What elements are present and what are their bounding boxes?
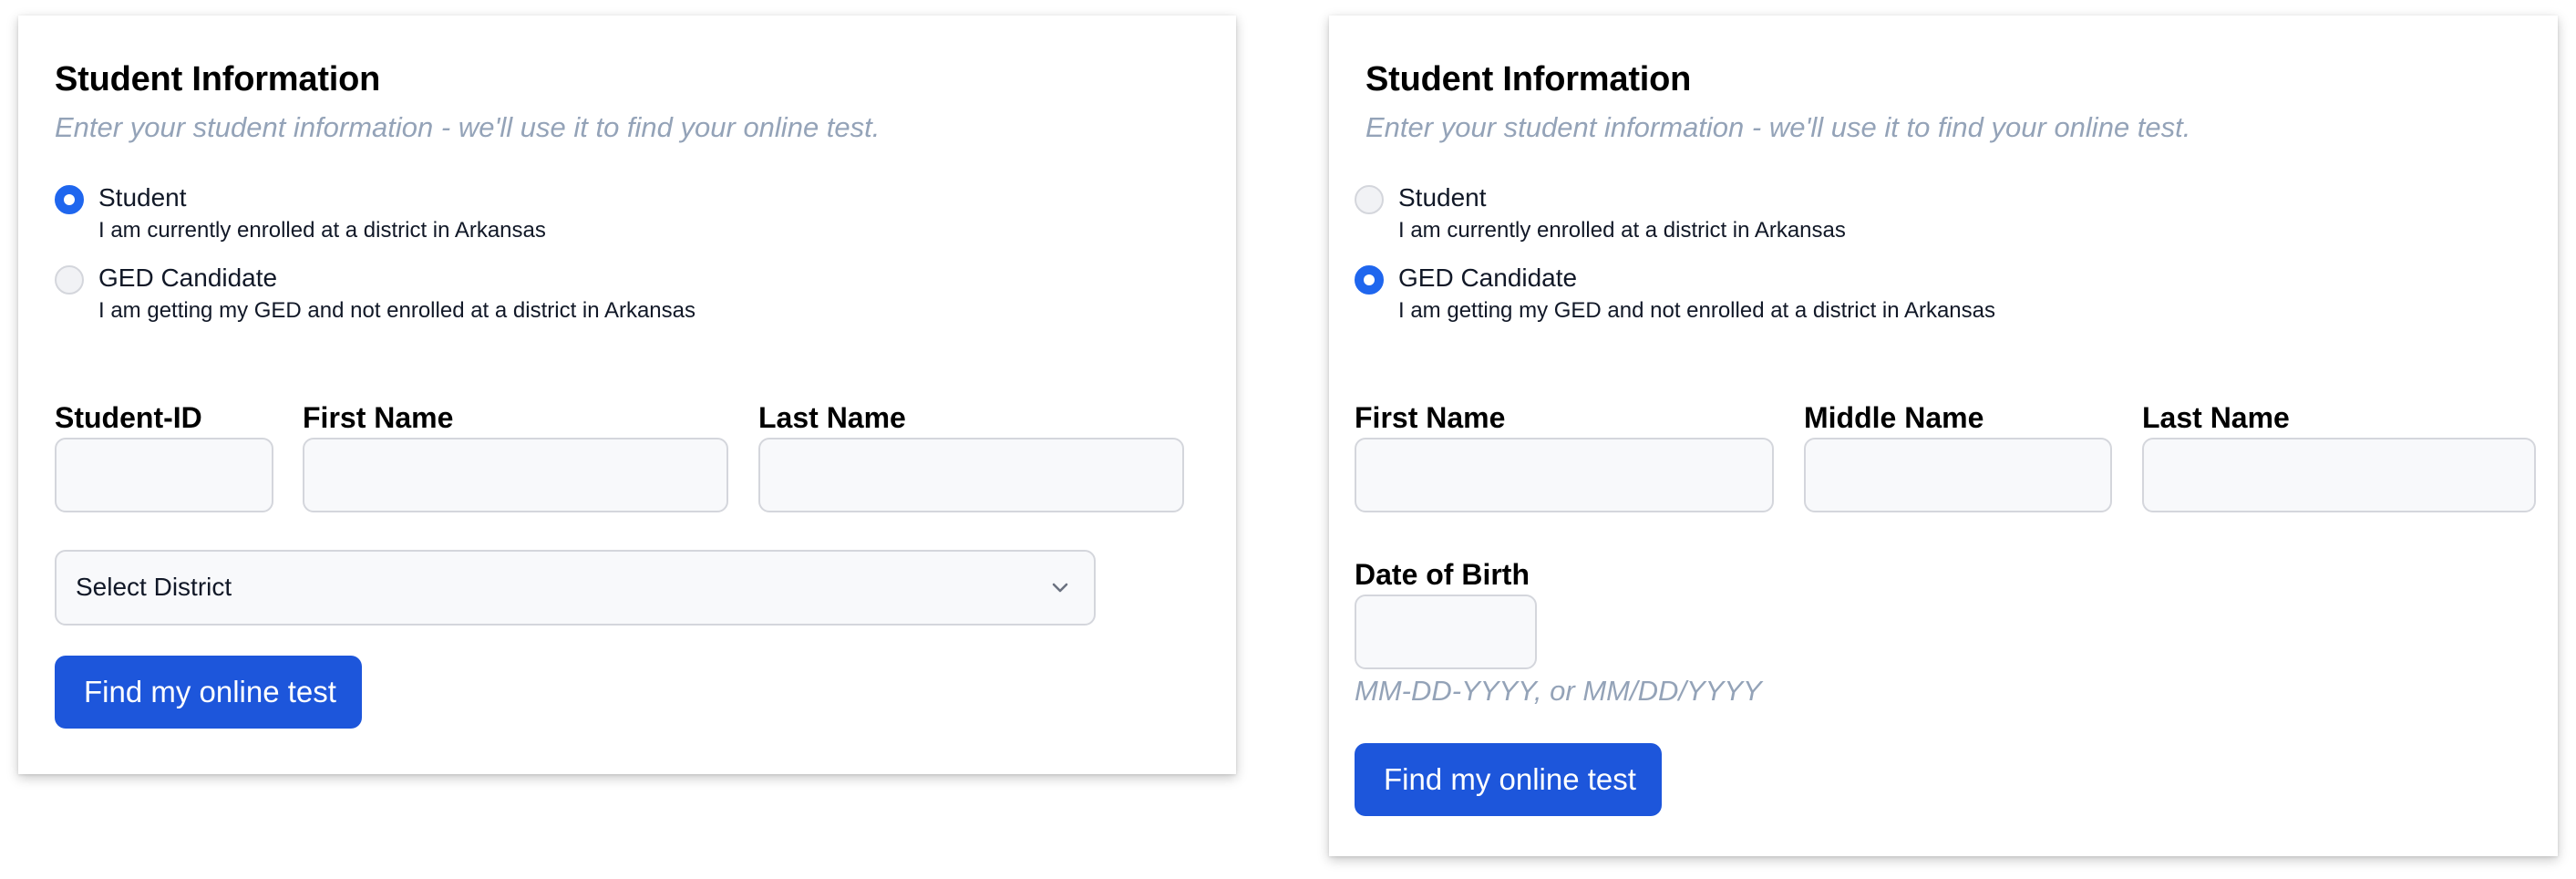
radio-student[interactable] [1355, 185, 1384, 214]
first-name-label: First Name [303, 401, 454, 434]
student-form-card: Student Information Enter your student i… [18, 16, 1236, 774]
first-name-label: First Name [1355, 401, 1506, 434]
middle-name-label: Middle Name [1804, 401, 1984, 434]
radio-ged-candidate[interactable] [55, 265, 84, 295]
date-of-birth-hint: MM-DD-YYYY, or MM/DD/YYYY [1355, 675, 1762, 707]
form-title: Student Information [1365, 60, 1692, 98]
radio-student-description: I am currently enrolled at a district in… [1398, 218, 1846, 243]
radio-ged-candidate-label[interactable]: GED Candidate [98, 264, 277, 293]
radio-student[interactable] [55, 185, 84, 214]
last-name-label: Last Name [758, 401, 906, 434]
student-id-input[interactable] [55, 438, 273, 512]
first-name-input[interactable] [303, 438, 728, 512]
first-name-input[interactable] [1355, 438, 1774, 512]
chevron-down-icon [1052, 583, 1068, 593]
form-title: Student Information [55, 60, 381, 98]
radio-ged-candidate-description: I am getting my GED and not enrolled at … [98, 298, 696, 323]
radio-student-label[interactable]: Student [1398, 183, 1487, 212]
last-name-label: Last Name [2142, 401, 2290, 434]
last-name-input[interactable] [2142, 438, 2536, 512]
find-online-test-button[interactable]: Find my online test [1355, 743, 1662, 816]
date-of-birth-label: Date of Birth [1355, 558, 1530, 591]
radio-ged-candidate-description: I am getting my GED and not enrolled at … [1398, 298, 1995, 323]
last-name-input[interactable] [758, 438, 1184, 512]
radio-student-description: I am currently enrolled at a district in… [98, 218, 546, 243]
form-subtitle: Enter your student information - we'll u… [55, 111, 881, 143]
district-select-value: Select District [76, 573, 232, 601]
date-of-birth-input[interactable] [1355, 595, 1537, 669]
student-id-label: Student-ID [55, 401, 202, 434]
find-online-test-button[interactable]: Find my online test [55, 656, 362, 729]
middle-name-input[interactable] [1804, 438, 2112, 512]
ged-form-card: Student Information Enter your student i… [1329, 16, 2558, 856]
radio-student-label[interactable]: Student [98, 183, 187, 212]
radio-ged-candidate[interactable] [1355, 265, 1384, 295]
form-subtitle: Enter your student information - we'll u… [1365, 111, 2191, 143]
district-select[interactable]: Select District [55, 550, 1096, 626]
radio-ged-candidate-label[interactable]: GED Candidate [1398, 264, 1577, 293]
